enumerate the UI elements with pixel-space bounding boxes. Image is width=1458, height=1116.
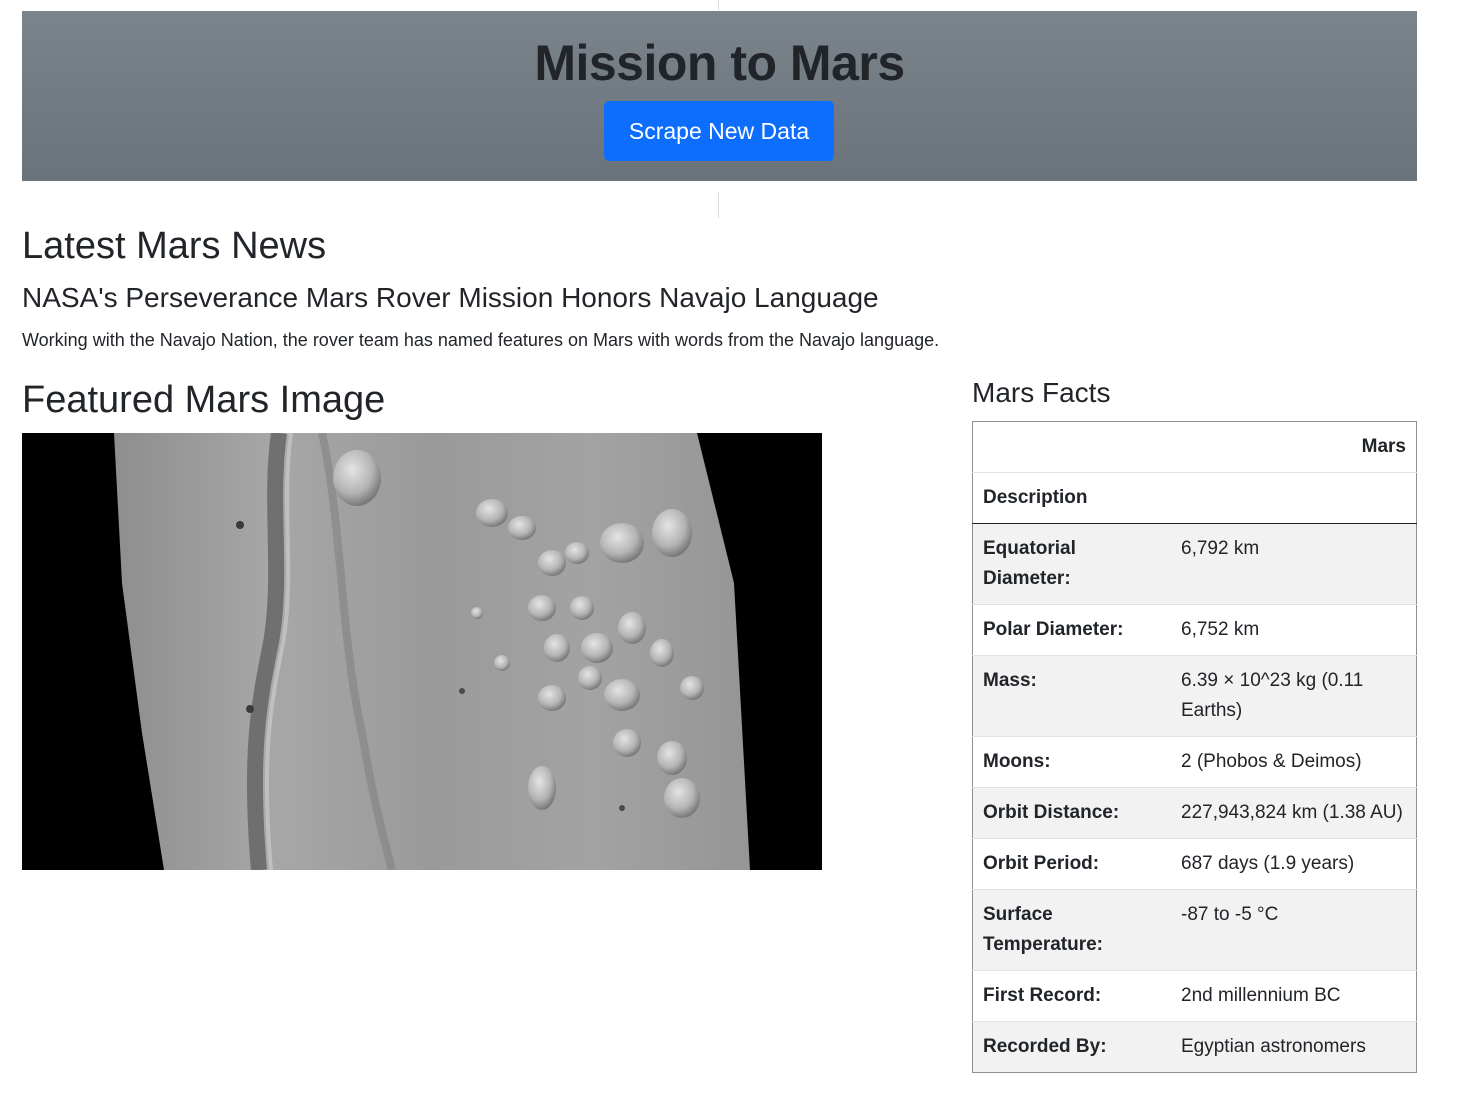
latest-news-heading: Latest Mars News (22, 225, 327, 267)
fact-label: Orbit Distance: (972, 787, 1171, 839)
mars-facts-table: Mars Description Equatorial Diameter: 6,… (972, 421, 1417, 1073)
center-guide-line (718, 192, 719, 218)
table-row: Surface Temperature: -87 to -5 °C (972, 889, 1417, 971)
facts-column-header: Mars (1171, 421, 1417, 473)
table-row: Moons: 2 (Phobos & Deimos) (972, 736, 1417, 788)
featured-image-heading: Featured Mars Image (22, 379, 386, 421)
fact-label: Mass: (972, 655, 1171, 737)
table-row: Orbit Period: 687 days (1.9 years) (972, 838, 1417, 890)
table-row: Equatorial Diameter: 6,792 km (972, 523, 1417, 605)
fact-label: Recorded By: (972, 1021, 1171, 1073)
fact-label: Orbit Period: (972, 838, 1171, 890)
fact-label: First Record: (972, 970, 1171, 1022)
table-row: Polar Diameter: 6,752 km (972, 604, 1417, 656)
table-row: First Record: 2nd millennium BC (972, 970, 1417, 1022)
header-banner: Mission to Mars Scrape New Data (22, 11, 1417, 181)
mars-facts-heading: Mars Facts (972, 377, 1111, 408)
facts-index-header: Description (972, 472, 1171, 524)
fact-value: 6,752 km (1171, 604, 1417, 656)
news-title: NASA's Perseverance Mars Rover Mission H… (22, 282, 879, 313)
fact-value: 687 days (1.9 years) (1171, 838, 1417, 890)
table-row: Orbit Distance: 227,943,824 km (1.38 AU) (972, 787, 1417, 839)
facts-blank-header (1171, 472, 1417, 524)
news-paragraph: Working with the Navajo Nation, the rove… (22, 330, 940, 350)
fact-value: 2nd millennium BC (1171, 970, 1417, 1022)
fact-value: Egyptian astronomers (1171, 1021, 1417, 1073)
fact-value: 6,792 km (1171, 523, 1417, 605)
table-row: Mass: 6.39 × 10^23 kg (0.11 Earths) (972, 655, 1417, 737)
fact-label: Equatorial Diameter: (972, 523, 1171, 605)
table-row: Recorded By: Egyptian astronomers (972, 1021, 1417, 1073)
page-title: Mission to Mars (534, 35, 905, 91)
fact-value: 227,943,824 km (1.38 AU) (1171, 787, 1417, 839)
facts-blank-header (972, 421, 1171, 473)
fact-label: Moons: (972, 736, 1171, 788)
fact-label: Surface Temperature: (972, 889, 1171, 971)
fact-value: -87 to -5 °C (1171, 889, 1417, 971)
featured-mars-image (22, 433, 822, 870)
fact-value: 2 (Phobos & Deimos) (1171, 736, 1417, 788)
fact-value: 6.39 × 10^23 kg (0.11 Earths) (1171, 655, 1417, 737)
center-guide-line (718, 0, 719, 10)
scrape-new-data-button[interactable]: Scrape New Data (604, 101, 834, 161)
fact-label: Polar Diameter: (972, 604, 1171, 656)
